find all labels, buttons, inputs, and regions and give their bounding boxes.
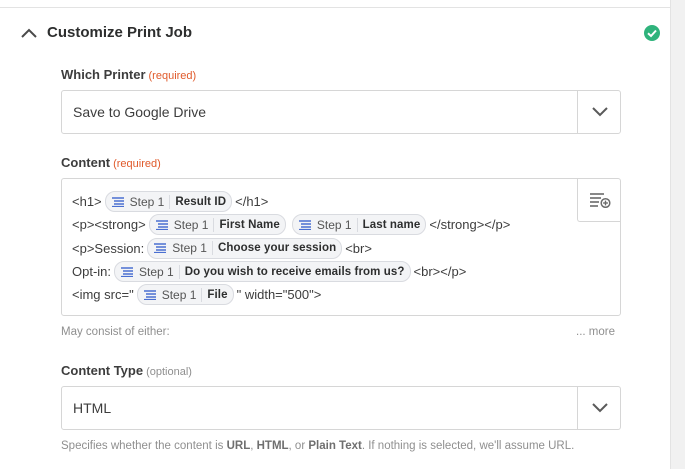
content-help-text: May consist of either:: [61, 326, 170, 338]
token-step-label: Step 1: [174, 217, 215, 232]
token-step-label: Step 1: [130, 194, 171, 209]
content-text: <p>Session:: [72, 240, 145, 256]
token-field-name: Result ID: [175, 195, 227, 208]
content-text: <br></p>: [413, 264, 467, 280]
section-header[interactable]: Customize Print Job: [0, 8, 670, 58]
section-title: Customize Print Job: [47, 24, 193, 41]
select-divider: [577, 91, 578, 133]
content-field-label: Content (required): [61, 155, 161, 170]
token-field-name: Choose your session: [217, 242, 337, 255]
content-text: </strong></p>: [429, 217, 511, 233]
help-part: , or: [288, 440, 309, 452]
select-divider: [577, 387, 578, 429]
token-step-label: Step 1: [172, 241, 213, 256]
token-field-name: File: [207, 288, 228, 301]
help-part: Specifies whether the content is: [61, 440, 227, 452]
step-list-icon: [111, 196, 124, 207]
chevron-down-icon[interactable]: [592, 403, 608, 413]
content-type-label-text: Content Type: [61, 363, 144, 378]
token-field-name: Last name: [362, 218, 421, 231]
content-lines[interactable]: <h1> Step 1 Result ID </h1> <p><strong> Step …: [72, 190, 572, 306]
token-field-name: First Name: [219, 218, 280, 231]
content-required-tag: (required): [113, 158, 161, 170]
token-step-label: Step 1: [139, 264, 180, 279]
content-line[interactable]: <img src=" Step 1 File " width="500">: [72, 283, 572, 306]
content-line[interactable]: <p><strong> Step 1 First Name Step 1 Last na…: [72, 213, 572, 236]
step-list-icon: [121, 266, 134, 277]
field-token-pill[interactable]: Step 1 Choose your session: [147, 237, 343, 259]
content-text: <p><strong>: [72, 217, 146, 233]
content-line[interactable]: Opt-in: Step 1 Do you wish to receive emai…: [72, 260, 572, 283]
content-type-select[interactable]: HTML: [61, 386, 621, 430]
customize-print-job-panel: Customize Print Job Which Printer (requir…: [0, 0, 671, 469]
insert-field-icon: [590, 193, 611, 208]
field-token-pill[interactable]: Step 1 File: [136, 284, 234, 306]
field-token-pill[interactable]: Step 1 First Name: [148, 214, 286, 236]
printer-select-value: Save to Google Drive: [73, 104, 207, 120]
content-text: Opt-in:: [72, 264, 112, 280]
more-link[interactable]: ... more: [576, 326, 615, 338]
content-text: <img src=": [72, 287, 134, 303]
content-text: <br>: [345, 240, 372, 256]
printer-required-tag: (required): [148, 70, 197, 82]
content-text: <h1>: [72, 194, 102, 210]
help-plain-text-term: Plain Text: [308, 440, 362, 452]
step-list-icon: [298, 220, 311, 230]
content-text: </h1>: [235, 194, 269, 210]
help-url-term: URL: [226, 440, 251, 452]
content-type-help-text: Specifies whether the content is URL, HT…: [61, 440, 574, 452]
chevron-up-icon[interactable]: [21, 27, 37, 39]
chevron-down-icon[interactable]: [592, 107, 608, 117]
content-line[interactable]: <h1> Step 1 Result ID </h1>: [72, 190, 572, 213]
content-type-field-label: Content Type (optional): [61, 363, 192, 378]
token-step-label: Step 1: [317, 217, 358, 232]
step-list-icon: [154, 243, 167, 254]
check-circle-icon: [644, 25, 660, 41]
help-part: . If nothing is selected, we'll assume U…: [361, 440, 575, 452]
field-token-pill[interactable]: Step 1 Result ID: [104, 191, 233, 213]
help-html-term: HTML: [256, 440, 289, 452]
content-label-text: Content: [61, 155, 111, 170]
token-field-name: Do you wish to receive emails from us?: [184, 265, 405, 278]
printer-label-text: Which Printer: [61, 67, 146, 82]
token-step-label: Step 1: [162, 287, 203, 302]
step-list-icon: [155, 220, 168, 230]
field-token-pill[interactable]: Step 1 Do you wish to receive emails from…: [114, 261, 411, 283]
printer-select[interactable]: Save to Google Drive: [61, 90, 621, 134]
printer-field-label: Which Printer (required): [61, 67, 196, 82]
step-list-icon: [143, 290, 156, 300]
content-type-optional-tag: (optional): [146, 366, 192, 378]
content-text: " width="500">: [236, 287, 322, 303]
insert-data-button[interactable]: [577, 179, 621, 222]
content-type-select-value: HTML: [73, 400, 112, 416]
content-editor[interactable]: <h1> Step 1 Result ID </h1> <p><strong> Step …: [61, 178, 621, 316]
content-line[interactable]: <p>Session: Step 1 Choose your session <br>: [72, 237, 572, 260]
field-token-pill[interactable]: Step 1 Last name: [291, 214, 427, 236]
